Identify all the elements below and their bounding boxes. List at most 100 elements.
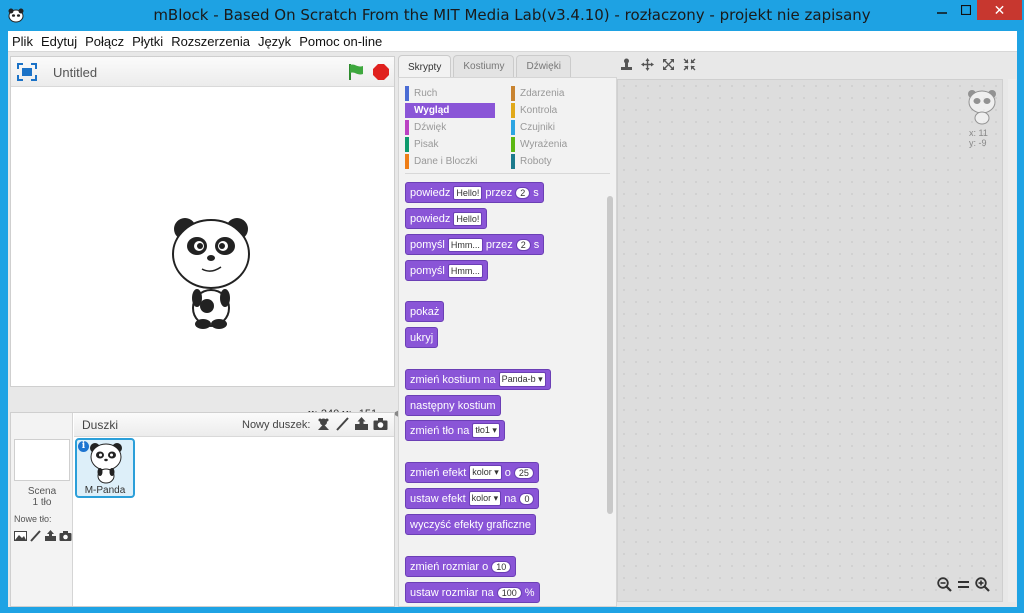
editor-tabs: Skrypty Kostiumy Dźwięki	[398, 55, 571, 78]
block-number-input[interactable]: 0	[519, 492, 535, 505]
minimize-button[interactable]	[928, 0, 955, 20]
block-number-input[interactable]: 2	[515, 238, 531, 251]
panda-sprite[interactable]	[171, 214, 257, 330]
stamp-icon[interactable]	[620, 58, 633, 71]
category-swatch	[511, 137, 515, 152]
project-title[interactable]: Untitled	[53, 65, 97, 80]
category-sound[interactable]: Dźwięk	[405, 120, 446, 135]
block-switch-costume[interactable]: zmień kostium na Panda-b ▾	[405, 369, 551, 390]
block-text-input[interactable]: Hello!	[453, 185, 483, 200]
script-area[interactable]: x: 11 y: -9	[617, 79, 1003, 602]
block-hide[interactable]: ukryj	[405, 327, 439, 348]
window-title: mBlock - Based On Scratch From the MIT M…	[153, 6, 871, 24]
category-swatch	[511, 154, 515, 169]
block-say[interactable]: powiedz Hello!	[405, 208, 488, 229]
category-operators[interactable]: Wyrażenia	[511, 137, 567, 152]
tab-costumes[interactable]: Kostiumy	[453, 55, 515, 77]
sprite-y-value: -9	[978, 138, 987, 148]
sprite-info-icon[interactable]: i	[78, 441, 89, 452]
minimize-icon	[936, 12, 947, 14]
block-switch-backdrop[interactable]: zmień tło na tło1 ▾	[405, 420, 505, 441]
new-sprite-tools	[316, 417, 388, 431]
block-clear-effects[interactable]: wyczyść efekty graficzne	[405, 514, 537, 535]
category-pen[interactable]: Pisak	[405, 137, 438, 152]
menu-language[interactable]: Język	[254, 34, 295, 49]
sprite-pane: Scena 1 tło Nowe tło: Duszki Nowy duszek…	[10, 412, 395, 607]
zoom-out-icon[interactable]	[937, 577, 952, 592]
move-icon[interactable]	[641, 58, 654, 71]
costume-dropdown[interactable]: Panda-b ▾	[498, 372, 546, 387]
block-set-size[interactable]: ustaw rozmiar na 100 %	[405, 582, 540, 603]
camera-sprite-icon[interactable]	[373, 417, 388, 431]
menu-extensions[interactable]: Rozszerzenia	[167, 34, 254, 49]
category-label: Zdarzenia	[520, 88, 565, 99]
stage-thumbnail[interactable]	[14, 439, 70, 481]
block-text-input[interactable]: Hello!	[453, 211, 483, 226]
tab-scripts[interactable]: Skrypty	[398, 55, 452, 78]
block-set-effect[interactable]: ustaw efekt kolor ▾ na 0	[405, 488, 540, 509]
upload-sprite-icon[interactable]	[354, 417, 369, 431]
stop-icon[interactable]	[372, 63, 390, 81]
sprite-library-icon[interactable]	[316, 417, 331, 431]
green-flag-icon[interactable]	[347, 63, 365, 81]
category-sensing[interactable]: Czujniki	[511, 120, 555, 135]
sprite-x-label: x:	[969, 128, 977, 138]
app-client-area: Plik Edytuj Połącz Płytki Rozszerzenia J…	[8, 31, 1017, 607]
category-events[interactable]: Zdarzenia	[511, 86, 564, 101]
block-change-effect[interactable]: zmień efekt kolor ▾ o 25	[405, 462, 539, 483]
upload-backdrop-icon[interactable]	[44, 530, 57, 542]
menu-boards[interactable]: Płytki	[128, 34, 167, 49]
block-text-input[interactable]: Hmm...	[447, 263, 483, 278]
backdrop-library-icon[interactable]	[14, 530, 27, 542]
block-show[interactable]: pokaż	[405, 301, 445, 322]
category-control[interactable]: Kontrola	[511, 103, 557, 118]
script-area-scrollbar[interactable]	[1008, 79, 1016, 602]
block-think[interactable]: pomyśl Hmm...	[405, 260, 488, 281]
tab-sounds[interactable]: Dźwięki	[516, 55, 571, 77]
menu-help[interactable]: Pomoc on-line	[295, 34, 386, 49]
zoom-reset-icon[interactable]	[956, 577, 971, 592]
camera-backdrop-icon[interactable]	[59, 530, 72, 542]
sprite-x-value: 11	[978, 128, 988, 138]
category-motion[interactable]: Ruch	[405, 86, 437, 101]
category-divider	[405, 173, 610, 174]
new-backdrop-tools	[14, 530, 72, 542]
block-number-input[interactable]: 2	[515, 186, 531, 199]
close-button[interactable]: ✕	[977, 0, 1022, 20]
effect-dropdown[interactable]: kolor ▾	[468, 491, 502, 506]
category-swatch	[405, 86, 409, 101]
category-looks[interactable]: Wygląd	[405, 103, 495, 118]
palette-scrollbar[interactable]	[607, 196, 613, 514]
shrink-icon[interactable]	[683, 58, 696, 71]
paint-backdrop-icon[interactable]	[29, 530, 42, 542]
sprite-thumbnail-m-panda[interactable]: i M-Panda	[75, 438, 135, 498]
category-data[interactable]: Dane i Bloczki	[405, 154, 477, 169]
category-label: Dźwięk	[414, 122, 447, 133]
zoom-in-icon[interactable]	[975, 577, 990, 592]
menu-edit[interactable]: Edytuj	[37, 34, 81, 49]
block-number-input[interactable]: 25	[513, 466, 534, 479]
maximize-button[interactable]	[952, 0, 979, 20]
block-number-input[interactable]: 10	[491, 560, 512, 573]
grow-icon[interactable]	[662, 58, 675, 71]
block-number-input[interactable]: 100	[496, 586, 522, 599]
effect-dropdown[interactable]: kolor ▾	[469, 465, 502, 480]
block-think-for-secs[interactable]: pomyśl Hmm... przez 2 s	[405, 234, 545, 255]
fullscreen-icon[interactable]	[17, 63, 37, 81]
menu-file[interactable]: Plik	[8, 34, 37, 49]
category-label: Dane i Bloczki	[414, 156, 478, 167]
block-text: zmień tło na	[410, 424, 470, 437]
stage-header: Untitled	[11, 57, 394, 87]
category-robots[interactable]: Roboty	[511, 154, 552, 169]
stage-canvas[interactable]	[11, 88, 394, 386]
paint-sprite-icon[interactable]	[335, 417, 350, 431]
block-text-input[interactable]: Hmm...	[447, 237, 483, 252]
menu-connect[interactable]: Połącz	[81, 34, 128, 49]
category-swatch	[405, 103, 409, 118]
backdrop-dropdown[interactable]: tło1 ▾	[472, 423, 500, 438]
zoom-controls	[937, 577, 990, 592]
block-text: przez	[485, 186, 513, 199]
block-next-costume[interactable]: następny kostium	[405, 395, 501, 416]
block-change-size[interactable]: zmień rozmiar o 10	[405, 556, 517, 577]
block-say-for-secs[interactable]: powiedz Hello! przez 2 s	[405, 182, 544, 203]
